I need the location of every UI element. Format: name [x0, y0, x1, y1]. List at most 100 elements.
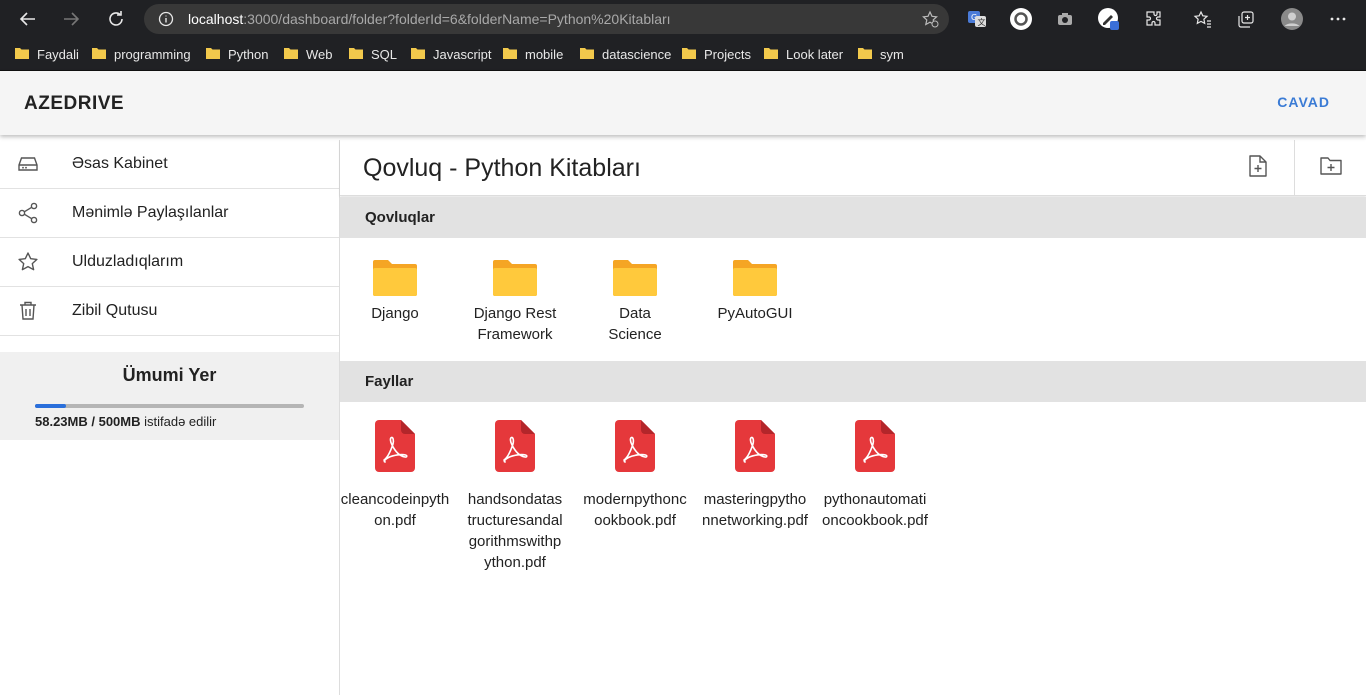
- folders-section-title: Qovluqlar: [365, 209, 436, 226]
- site-info-icon[interactable]: [158, 11, 174, 32]
- share-icon: [16, 201, 40, 225]
- folder-icon: [579, 46, 595, 63]
- add-favorite-icon[interactable]: [921, 10, 939, 33]
- sidebar-item-shared[interactable]: Mənimlə Paylaşılanlar: [0, 189, 339, 238]
- favorites-icon[interactable]: [1190, 7, 1214, 31]
- file-item[interactable]: modernpythoncookbook.pdf: [580, 420, 690, 531]
- collections-icon[interactable]: [1234, 7, 1258, 31]
- pdf-file-icon: [820, 420, 930, 477]
- folder-icon: [283, 46, 299, 63]
- folder-name: Django: [371, 305, 419, 322]
- files-grid: cleancodeinpython.pdf handsondatastructu…: [340, 402, 1366, 695]
- profile-avatar-icon[interactable]: [1280, 7, 1304, 31]
- folder-icon: [410, 46, 426, 63]
- new-folder-button[interactable]: [1294, 140, 1366, 196]
- folder-name: Django Rest Framework: [473, 305, 557, 343]
- folder-icon: [348, 46, 364, 63]
- file-item[interactable]: cleancodeinpython.pdf: [340, 420, 450, 531]
- browser-toolbar: localhost:3000/dashboard/folder?folderId…: [0, 0, 1366, 38]
- storage-progress-fill: [35, 404, 67, 408]
- file-item[interactable]: handsondatastructuresandalgorithmswithpy…: [460, 420, 570, 573]
- folder-name: Data Science: [608, 305, 662, 343]
- sidebar-item-starred[interactable]: Ulduzladıqlarım: [0, 238, 339, 287]
- files-section-header: Fayllar: [340, 361, 1366, 402]
- sidebar-item-trash[interactable]: Zibil Qutusu: [0, 287, 339, 336]
- forward-icon[interactable]: [59, 7, 83, 31]
- color-picker-icon[interactable]: [1097, 7, 1121, 31]
- folder-item[interactable]: Django Rest Framework: [460, 258, 570, 345]
- svg-text:文: 文: [978, 17, 986, 27]
- address-bar[interactable]: localhost:3000/dashboard/folder?folderId…: [144, 4, 949, 34]
- file-name: handsondatastructuresandalgorithmswithpy…: [467, 491, 563, 571]
- folders-section-header: Qovluqlar: [340, 197, 1366, 238]
- bookmark-folder[interactable]: Javascript: [410, 44, 492, 64]
- pdf-file-icon: [460, 420, 570, 477]
- file-item[interactable]: pythonautomationcookbook.pdf: [820, 420, 930, 531]
- file-name: pythonautomationcookbook.pdf: [822, 491, 928, 529]
- storage-panel: Ümumi Yer 58.23MB / 500MB istifadə edili…: [0, 352, 339, 440]
- extension-circle-icon[interactable]: [1009, 7, 1033, 31]
- folder-name: PyAutoGUI: [717, 305, 793, 322]
- file-name: masteringpythonnetworking.pdf: [702, 491, 808, 529]
- folder-icon: [857, 46, 873, 63]
- url-text: localhost:3000/dashboard/folder?folderId…: [188, 11, 671, 27]
- bookmark-folder[interactable]: programming: [91, 44, 191, 64]
- page-title: Qovluq - Python Kitabları: [363, 154, 641, 182]
- sidebar-item-label: Ulduzladıqlarım: [72, 253, 184, 270]
- bookmarks-bar: Faydali programming Python Web SQL Javas…: [0, 38, 1366, 71]
- app-header: AZEDRIVE CAVAD: [0, 71, 1366, 135]
- extensions-icon[interactable]: [1141, 7, 1165, 31]
- folder-icon: [763, 46, 779, 63]
- folder-icon: [681, 46, 697, 63]
- sidebar-item-label: Mənimlə Paylaşılanlar: [72, 204, 229, 221]
- folder-icon: [340, 258, 450, 303]
- bookmark-folder[interactable]: datascience: [579, 44, 671, 64]
- file-item[interactable]: masteringpythonnetworking.pdf: [700, 420, 810, 531]
- folder-icon: [700, 258, 810, 303]
- folder-icon: [14, 46, 30, 63]
- folder-icon: [502, 46, 518, 63]
- camera-icon[interactable]: [1053, 7, 1077, 31]
- back-icon[interactable]: [16, 7, 40, 31]
- drive-icon: [16, 152, 40, 176]
- folder-item[interactable]: Data Science: [580, 258, 690, 345]
- user-menu-button[interactable]: CAVAD: [1277, 94, 1330, 110]
- folder-item[interactable]: Django: [340, 258, 450, 324]
- bookmark-folder[interactable]: Projects: [681, 44, 751, 64]
- folder-plus-icon: [1319, 155, 1343, 182]
- sidebar: Əsas Kabinet Mənimlə Paylaşılanlar Ulduz…: [0, 140, 340, 695]
- sidebar-item-main[interactable]: Əsas Kabinet: [0, 140, 339, 189]
- folder-icon: [580, 258, 690, 303]
- bookmark-folder[interactable]: sym: [857, 44, 904, 64]
- bookmark-folder[interactable]: Look later: [763, 44, 843, 64]
- bookmark-folder[interactable]: SQL: [348, 44, 397, 64]
- star-icon: [16, 250, 40, 274]
- sidebar-item-label: Əsas Kabinet: [72, 155, 168, 172]
- folder-item[interactable]: PyAutoGUI: [700, 258, 810, 324]
- pdf-file-icon: [700, 420, 810, 477]
- pdf-file-icon: [580, 420, 690, 477]
- sidebar-item-label: Zibil Qutusu: [72, 302, 158, 319]
- main-header: Qovluq - Python Kitabları: [340, 140, 1366, 196]
- file-plus-icon: [1247, 154, 1269, 183]
- storage-title: Ümumi Yer: [122, 365, 217, 385]
- pdf-file-icon: [340, 420, 450, 477]
- main-content: Qovluq - Python Kitabları Qovluqlar Djan…: [340, 140, 1366, 695]
- bookmark-folder[interactable]: mobile: [502, 44, 563, 64]
- brand-logo[interactable]: AZEDRIVE: [24, 93, 124, 115]
- files-section-title: Fayllar: [365, 373, 414, 390]
- reload-icon[interactable]: [104, 7, 128, 31]
- file-name: cleancodeinpython.pdf: [340, 491, 450, 529]
- upload-file-button[interactable]: [1222, 140, 1294, 196]
- storage-progress-bar: [35, 404, 304, 408]
- translate-icon[interactable]: G文: [965, 7, 989, 31]
- bookmark-folder[interactable]: Faydali: [14, 44, 79, 64]
- file-name: modernpythoncookbook.pdf: [583, 491, 687, 529]
- folder-icon: [460, 258, 570, 303]
- folder-icon: [91, 46, 107, 63]
- bookmark-folder[interactable]: Web: [283, 44, 333, 64]
- more-menu-icon[interactable]: [1326, 7, 1350, 31]
- folders-grid: Django Django Rest Framework Data Scienc…: [340, 238, 1366, 361]
- folder-icon: [205, 46, 221, 63]
- bookmark-folder[interactable]: Python: [205, 44, 268, 64]
